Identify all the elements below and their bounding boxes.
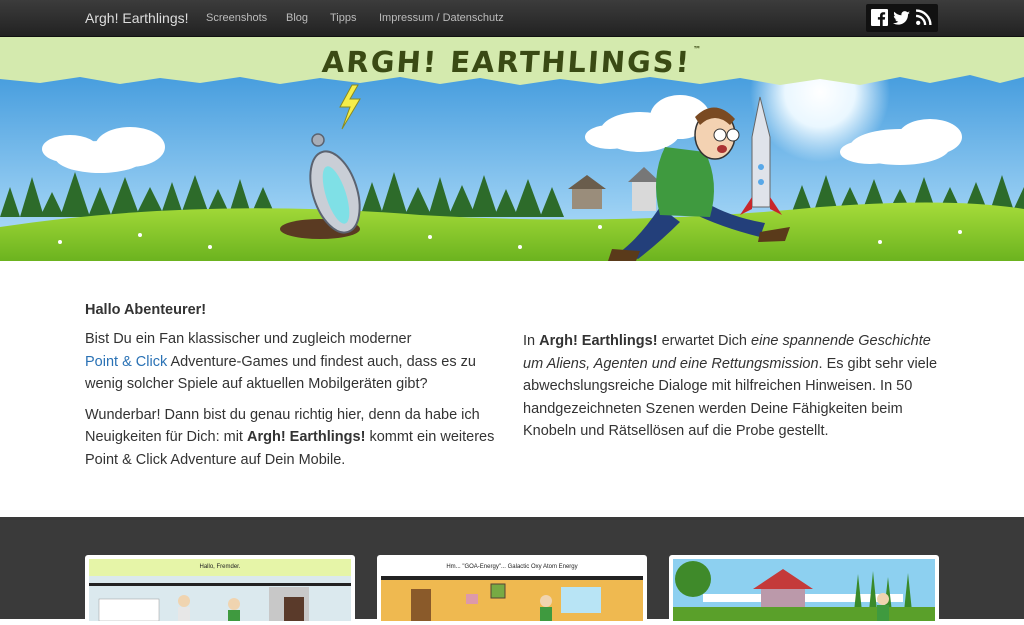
- nav-link-blog[interactable]: Blog: [286, 12, 308, 24]
- nav-link-impressum[interactable]: Impressum / Datenschutz: [379, 12, 504, 24]
- details-paragraph: In Argh! Earthlings! erwartet Dich eine …: [523, 333, 938, 439]
- facebook-icon[interactable]: [871, 9, 888, 26]
- screenshots-band: Hallo, Fremder. Hm... "GOA-Energy"... Ga…: [0, 517, 1024, 625]
- nav-link-screenshots[interactable]: Screenshots: [206, 12, 267, 24]
- screenshot-caption-2: Hm... "GOA-Energy"... Galactic Oxy Atom …: [446, 564, 578, 570]
- screenshot-thumbnail-3[interactable]: [669, 555, 939, 625]
- screenshot-scene-3: [673, 559, 935, 621]
- details-column: In Argh! Earthlings! erwartet Dich eine …: [523, 330, 943, 451]
- twitter-icon[interactable]: [893, 9, 910, 26]
- hero-logo: ARGH! EARTHLINGS!™: [320, 45, 704, 79]
- nav-link-tipps[interactable]: Tipps: [330, 12, 357, 24]
- intro-paragraph-2: Wunderbar! Dann bist du genau richtig hi…: [85, 406, 495, 468]
- social-links: [866, 4, 938, 32]
- navbar: Argh! Earthlings! Screenshots Blog Tipps…: [0, 0, 1024, 37]
- screenshot-thumbnail-1[interactable]: Hallo, Fremder.: [85, 555, 355, 625]
- screenshot-thumbnail-2[interactable]: Hm... "GOA-Energy"... Galactic Oxy Atom …: [377, 555, 647, 625]
- rss-icon[interactable]: [915, 9, 932, 26]
- intro-heading: Hallo Abenteurer!: [85, 302, 207, 318]
- intro-column: Hallo Abenteurer! Bist Du ein Fan klassi…: [85, 300, 505, 479]
- point-and-click-link[interactable]: Point & Click: [85, 354, 167, 370]
- screenshot-caption-1: Hallo, Fremder.: [199, 564, 241, 570]
- intro-paragraph-1: Bist Du ein Fan klassischer und zugleich…: [85, 331, 476, 392]
- hero-banner: ARGH! EARTHLINGS!™: [0, 37, 1024, 261]
- brand-link[interactable]: Argh! Earthlings!: [85, 10, 189, 26]
